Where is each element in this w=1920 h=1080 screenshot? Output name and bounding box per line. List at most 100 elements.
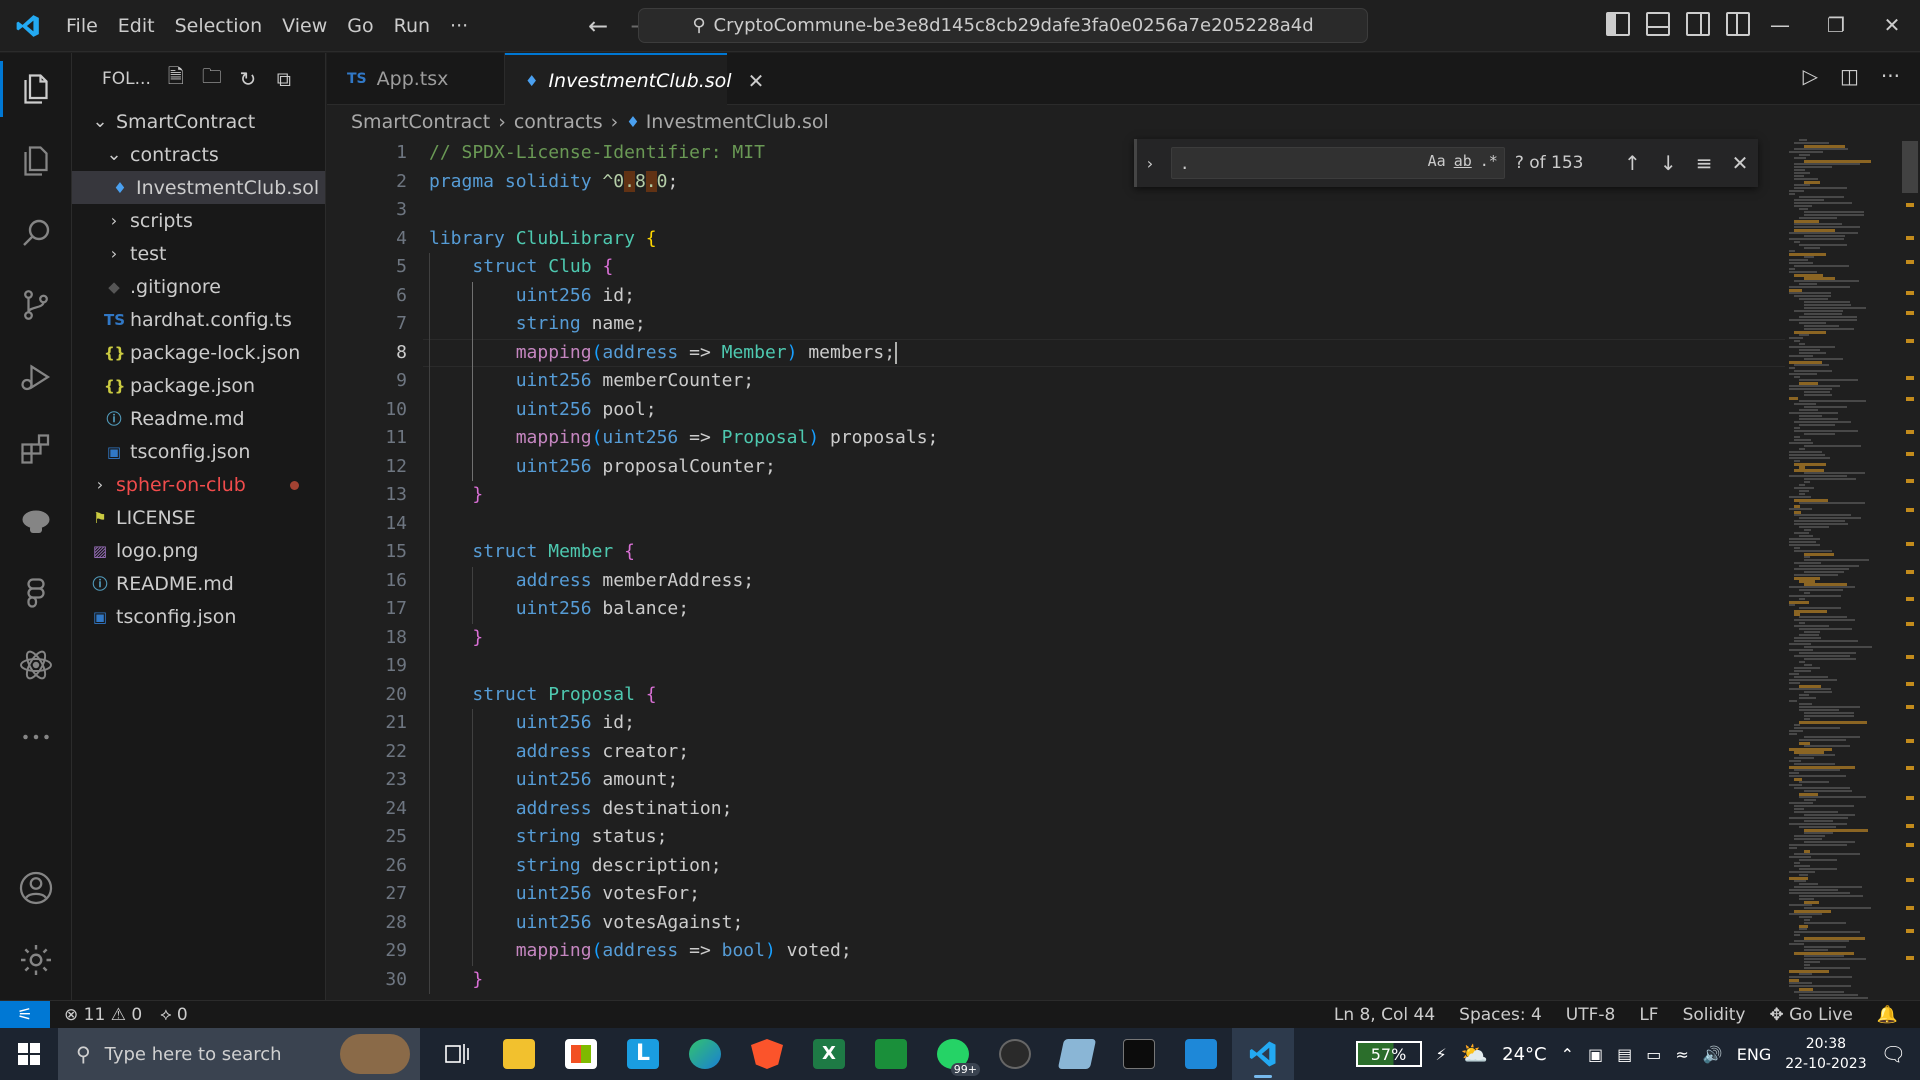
command-center[interactable]: ⚲ CryptoCommune-be3e8d145c8cb29dafe3fa0e… — [638, 8, 1368, 43]
toggle-secondary-sidebar-icon[interactable] — [1686, 12, 1710, 36]
task-view-icon[interactable] — [426, 1028, 488, 1080]
remote-desktop-icon[interactable] — [1170, 1028, 1232, 1080]
manage-gear-icon[interactable] — [0, 924, 72, 996]
code-line[interactable]: uint256 pool; — [429, 396, 1729, 425]
tree-item[interactable]: ⓘ Readme.md — [72, 402, 325, 435]
code-editor[interactable]: 1 2 3 4 5 6 7 8 9 10 11 12 13 14 15 16 17 18 19 20 21 22 23 24 2… — [327, 139, 1920, 1000]
code-line[interactable]: } — [429, 481, 1729, 510]
notification-center-icon[interactable]: 🗨 — [1881, 1042, 1906, 1066]
menu-selection[interactable]: Selection — [165, 0, 273, 52]
tree-item[interactable]: ⚑ LICENSE — [72, 501, 325, 534]
cursor-position[interactable]: Ln 8, Col 44 — [1334, 1005, 1435, 1025]
gitlens-icon[interactable] — [0, 557, 72, 629]
code-line[interactable]: struct Proposal { — [429, 681, 1729, 710]
tree-item[interactable]: ▣ tsconfig.json — [72, 600, 325, 633]
excel-icon[interactable]: X — [798, 1028, 860, 1080]
weather-icon[interactable]: ⛅ — [1461, 1042, 1488, 1067]
vscode-taskbar-icon[interactable] — [1232, 1028, 1294, 1080]
run-file-icon[interactable]: ▷ — [1803, 64, 1818, 88]
code-line[interactable]: struct Club { — [429, 253, 1729, 282]
restore-icon[interactable]: ❐ — [1808, 0, 1864, 52]
back-arrow-icon[interactable]: ← — [588, 12, 608, 40]
tree-item[interactable]: ◆ .gitignore — [72, 270, 325, 303]
previous-match-icon[interactable]: ↑ — [1614, 151, 1650, 175]
code-line[interactable] — [429, 652, 1729, 681]
tray-battery-icon[interactable]: ▭ — [1646, 1045, 1661, 1064]
breadcrumb-item[interactable]: contracts — [514, 111, 603, 133]
weather-temperature[interactable]: 24°C — [1502, 1044, 1546, 1065]
code-line[interactable]: } — [429, 966, 1729, 995]
explorer-secondary-icon[interactable] — [0, 125, 72, 197]
split-editor-icon[interactable]: ◫ — [1840, 64, 1859, 88]
code-line[interactable]: uint256 id; — [429, 709, 1729, 738]
code-line[interactable]: uint256 proposalCounter; — [429, 453, 1729, 482]
ports-status[interactable]: ⟡ 0 — [160, 1005, 187, 1025]
minimap[interactable] — [1785, 139, 1900, 1000]
code-line[interactable]: struct Member { — [429, 538, 1729, 567]
refresh-icon[interactable]: ↻ — [237, 67, 259, 91]
accounts-icon[interactable] — [0, 852, 72, 924]
menu-edit[interactable]: Edit — [108, 0, 165, 52]
tree-item[interactable]: ⌄ SmartContract — [72, 105, 325, 138]
tree-item[interactable]: ▣ tsconfig.json — [72, 435, 325, 468]
code-line[interactable]: mapping(address => Member) members; — [423, 338, 1809, 368]
code-line[interactable]: } — [429, 624, 1729, 653]
regex-toggle[interactable]: .* — [1480, 152, 1498, 170]
tree-item[interactable]: › spher-on-club — [72, 468, 325, 501]
find-in-selection-icon[interactable]: ≡ — [1686, 151, 1722, 175]
code-line[interactable]: uint256 balance; — [429, 595, 1729, 624]
remote-explorer-icon[interactable] — [0, 485, 72, 557]
taskbar-clock[interactable]: 20:38 22-10-2023 — [1785, 1034, 1866, 1074]
notes-app-icon[interactable] — [1046, 1028, 1108, 1080]
vpn-app-icon[interactable] — [984, 1028, 1046, 1080]
tree-item[interactable]: ♦ InvestmentClub.sol — [72, 171, 325, 204]
wifi-icon[interactable]: ≈ — [1675, 1045, 1688, 1064]
toggle-replace-chevron-icon[interactable]: › — [1137, 154, 1163, 173]
whole-word-toggle[interactable]: ab — [1454, 152, 1472, 170]
tree-item[interactable]: › scripts — [72, 204, 325, 237]
menu-file[interactable]: File — [56, 0, 108, 52]
tree-item[interactable]: ⌄ contracts — [72, 138, 325, 171]
source-control-icon[interactable] — [0, 269, 72, 341]
tray-device-icon[interactable]: ▣ — [1588, 1045, 1603, 1064]
input-language[interactable]: ENG — [1737, 1045, 1771, 1064]
code-line[interactable]: address memberAddress; — [429, 567, 1729, 596]
find-input[interactable]: . Aa ab .* — [1170, 147, 1505, 179]
code-line[interactable] — [429, 510, 1729, 539]
vertical-scrollbar[interactable] — [1900, 139, 1920, 1000]
indentation[interactable]: Spaces: 4 — [1459, 1005, 1542, 1025]
code-line[interactable]: mapping(address => bool) voted; — [429, 937, 1729, 966]
code-line[interactable]: string name; — [429, 310, 1729, 339]
tree-item[interactable]: › test — [72, 237, 325, 270]
app-l-icon[interactable]: L — [612, 1028, 674, 1080]
new-folder-icon[interactable]: 🗀 — [201, 64, 223, 90]
more-views-icon[interactable] — [0, 701, 72, 773]
notifications-bell-icon[interactable]: 🔔 — [1877, 1005, 1898, 1025]
code-line[interactable]: uint256 memberCounter; — [429, 367, 1729, 396]
tab-app-tsx[interactable]: TS App.tsx — [327, 53, 505, 105]
tree-item[interactable]: ▨ logo.png — [72, 534, 325, 567]
collapse-all-icon[interactable]: ⧉ — [273, 67, 295, 91]
close-find-icon[interactable]: ✕ — [1722, 151, 1758, 175]
language-mode[interactable]: Solidity — [1683, 1005, 1746, 1025]
end-of-line[interactable]: LF — [1639, 1005, 1658, 1025]
brave-browser-icon[interactable] — [736, 1028, 798, 1080]
code-line[interactable]: string status; — [429, 823, 1729, 852]
go-live-button[interactable]: ✥ Go Live — [1769, 1005, 1852, 1025]
code-line[interactable]: uint256 id; — [429, 282, 1729, 311]
menu-run[interactable]: Run — [384, 0, 440, 52]
menu-more[interactable]: ··· — [440, 0, 478, 52]
microsoft-store-icon[interactable] — [550, 1028, 612, 1080]
terminal-icon[interactable] — [1108, 1028, 1170, 1080]
search-sidebar-icon[interactable] — [0, 197, 72, 269]
explorer-icon[interactable] — [0, 53, 72, 125]
next-match-icon[interactable]: ↓ — [1650, 151, 1686, 175]
customize-layout-icon[interactable] — [1726, 12, 1750, 36]
breadcrumb-item[interactable]: SmartContract — [351, 111, 490, 133]
tree-item[interactable]: {} package-lock.json — [72, 336, 325, 369]
tree-item[interactable]: ⓘ README.md — [72, 567, 325, 600]
whatsapp-icon[interactable]: 99+ — [922, 1028, 984, 1080]
react-icon[interactable] — [0, 629, 72, 701]
stocks-app-icon[interactable] — [860, 1028, 922, 1080]
file-explorer-icon[interactable] — [488, 1028, 550, 1080]
